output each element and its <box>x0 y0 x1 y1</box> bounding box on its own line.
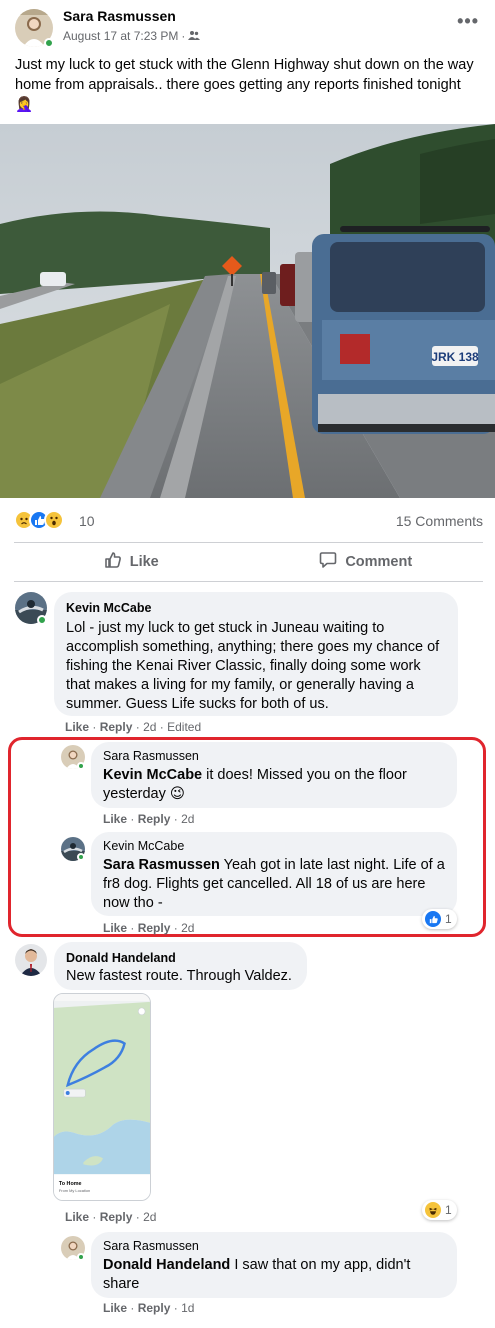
reaction-count[interactable]: 10 <box>79 513 95 529</box>
online-status-dot <box>77 762 85 770</box>
post-header: Sara Rasmussen August 17 at 7:23 PM · ••… <box>0 0 495 52</box>
map-destination: To Home <box>59 1181 82 1187</box>
reply-text: Donald Handeland I saw that on my app, d… <box>103 1256 445 1294</box>
reply-author[interactable]: Sara Rasmussen <box>103 1238 445 1254</box>
online-status-dot <box>37 615 47 625</box>
reply-bubble: Sara Rasmussen Donald Handeland I saw th… <box>91 1232 457 1298</box>
reply-actions: Like · Reply · 1d <box>103 1301 195 1315</box>
comment-like-link[interactable]: Like <box>65 720 89 734</box>
reply-mention[interactable]: Kevin McCabe <box>103 767 202 783</box>
reply-bubble: Sara Rasmussen Kevin McCabe it does! Mis… <box>91 742 457 808</box>
reply-reaction-count: 1 <box>445 912 452 926</box>
like-button[interactable]: Like <box>14 543 249 581</box>
speech-bubble-icon <box>319 551 337 573</box>
online-status-dot <box>77 1253 85 1261</box>
post-text: Just my luck to get stuck with the Glenn… <box>15 57 474 113</box>
comment-reaction-badge[interactable]: 1 <box>422 1200 457 1220</box>
online-status-dot <box>44 38 54 48</box>
comment-button[interactable]: Comment <box>249 543 484 581</box>
comment-author[interactable]: Donald Handeland <box>66 950 295 966</box>
more-horizontal-icon[interactable]: ••• <box>457 12 479 30</box>
reply-actions: Like · Reply · 2d <box>103 921 195 935</box>
wow-icon <box>44 510 64 530</box>
comment-reaction-count: 1 <box>445 1203 452 1217</box>
reply-time[interactable]: 2d <box>181 921 194 935</box>
reply-reply-link[interactable]: Reply <box>138 921 171 935</box>
like-button-label: Like <box>129 554 159 570</box>
comment-author[interactable]: Kevin McCabe <box>66 600 446 616</box>
reaction-icons[interactable] <box>14 510 64 530</box>
reactions-bar: 10 15 Comments <box>0 506 495 536</box>
comment-bubble: Donald Handeland New fastest route. Thro… <box>54 942 307 990</box>
reply-author[interactable]: Sara Rasmussen <box>103 748 445 764</box>
haha-icon <box>425 1202 441 1218</box>
thumbs-up-icon <box>104 551 122 573</box>
reply-time[interactable]: 2d <box>181 812 194 826</box>
post-photo[interactable]: JRK 138 <box>0 124 495 498</box>
reply-like-link[interactable]: Like <box>103 1301 127 1315</box>
like-icon <box>425 911 441 927</box>
reply-mention[interactable]: Sara Rasmussen <box>103 857 220 873</box>
reply-like-link[interactable]: Like <box>103 921 127 935</box>
comment-map-image[interactable]: To Home From My Location <box>53 993 151 1201</box>
comment-time[interactable]: 2d <box>143 1210 156 1224</box>
meta-separator: · <box>181 29 186 43</box>
post-author-name[interactable]: Sara Rasmussen <box>63 8 176 24</box>
reply-reply-link[interactable]: Reply <box>138 812 171 826</box>
comment-like-link[interactable]: Like <box>65 1210 89 1224</box>
comment-text: Lol - just my luck to get stuck in Junea… <box>66 620 440 712</box>
post-action-bar: Like Comment <box>14 542 483 582</box>
comment-actions: Like · Reply · 2d · Edited <box>65 720 202 734</box>
comment-reply-link[interactable]: Reply <box>100 1210 133 1224</box>
reply-like-link[interactable]: Like <box>103 812 127 826</box>
comment-time[interactable]: 2d <box>143 720 156 734</box>
comment-actions: Like · Reply · 2d <box>65 1210 157 1224</box>
reply-text: Sara Rasmussen Yeah got in late last nig… <box>103 856 445 913</box>
comment-edited[interactable]: Edited <box>167 720 201 734</box>
post-meta: August 17 at 7:23 PM · <box>63 29 201 43</box>
reply-text: Kevin McCabe it does! Missed you on the … <box>103 766 445 804</box>
map-origin: From My Location <box>59 1188 90 1193</box>
comment-bubble: Kevin McCabe Lol - just my luck to get s… <box>54 592 458 716</box>
reply-mention[interactable]: Donald Handeland <box>103 1257 230 1273</box>
license-plate-text: JRK 138 <box>431 350 479 364</box>
commenter-avatar[interactable] <box>15 944 47 976</box>
comment-reply-link[interactable]: Reply <box>100 720 133 734</box>
online-status-dot <box>77 853 85 861</box>
reply-bubble: Kevin McCabe Sara Rasmussen Yeah got in … <box>91 832 457 916</box>
reply-time[interactable]: 1d <box>181 1301 194 1315</box>
reply-actions: Like · Reply · 2d <box>103 812 195 826</box>
post-timestamp[interactable]: August 17 at 7:23 PM <box>63 29 178 43</box>
reply-reaction-badge[interactable]: 1 <box>422 909 457 929</box>
comment-count[interactable]: 15 Comments <box>396 513 483 529</box>
reply-author[interactable]: Kevin McCabe <box>103 838 445 854</box>
reply-reply-link[interactable]: Reply <box>138 1301 171 1315</box>
comment-text: New fastest route. Through Valdez. <box>66 968 292 984</box>
friends-icon <box>188 29 201 43</box>
comment-button-label: Comment <box>345 554 413 570</box>
